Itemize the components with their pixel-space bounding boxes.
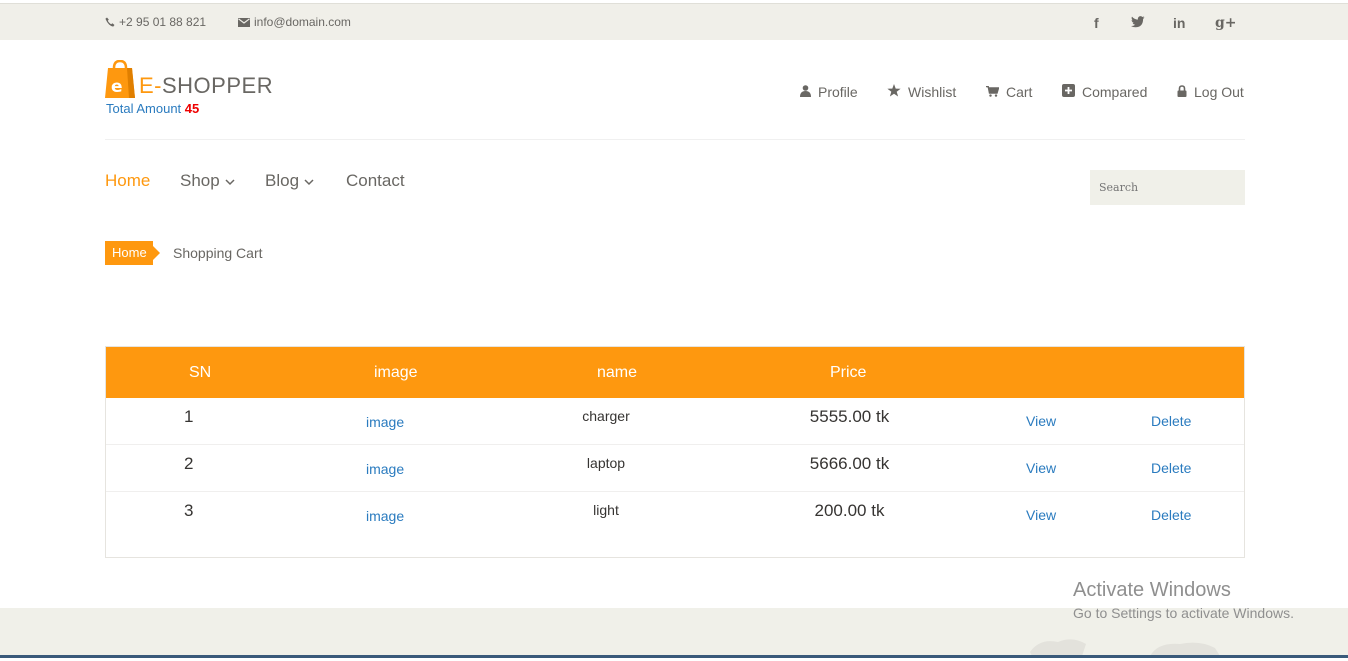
lock-icon	[1177, 84, 1187, 100]
view-link[interactable]: View	[1026, 507, 1056, 523]
nav-shop-label: Shop	[180, 171, 220, 190]
row-image-link[interactable]: image	[366, 508, 404, 524]
header-name: name	[597, 364, 638, 381]
row-sn: 2	[184, 454, 194, 473]
phone-number: +2 95 01 88 821	[119, 15, 207, 29]
user-icon	[800, 84, 811, 100]
delete-link[interactable]: Delete	[1151, 460, 1191, 476]
header-sn: SN	[189, 364, 212, 381]
nav-blog[interactable]: Blog	[265, 171, 314, 191]
watermark-title: Activate Windows	[1073, 579, 1231, 601]
row-name: light	[593, 502, 619, 518]
top-bar: +2 95 01 88 821 info@domain.com f in g+	[0, 3, 1348, 40]
wishlist-link[interactable]: Wishlist	[887, 84, 956, 100]
nav-contact[interactable]: Contact	[346, 171, 405, 191]
nav-shop[interactable]: Shop	[180, 171, 235, 191]
profile-label: Profile	[818, 84, 858, 100]
email-address: info@domain.com	[254, 15, 351, 29]
header-image: image	[374, 364, 418, 381]
view-link[interactable]: View	[1026, 460, 1056, 476]
row-image-link[interactable]: image	[366, 414, 404, 430]
watermark-subtitle: Go to Settings to activate Windows.	[1073, 605, 1294, 621]
total-amount-label: Total Amount	[106, 101, 182, 116]
nav-home-label: Home	[105, 171, 151, 190]
logo-text[interactable]: E-SHOPPER	[139, 73, 273, 99]
cart-table: SN image name Price 1 image charger 5555…	[105, 346, 1245, 558]
svg-text:e: e	[111, 77, 123, 97]
table-row: 1 image charger 5555.00 tk View Delete	[106, 398, 1244, 445]
wishlist-label: Wishlist	[908, 84, 957, 100]
total-amount: Total Amount 45	[106, 101, 199, 116]
row-name: charger	[582, 408, 630, 424]
cart-label: Cart	[1006, 84, 1033, 100]
search-input[interactable]	[1090, 170, 1245, 205]
phone-contact: +2 95 01 88 821	[105, 15, 206, 29]
cart-icon	[986, 84, 1000, 100]
logout-link[interactable]: Log Out	[1177, 84, 1244, 100]
logo-bag-icon[interactable]: e	[105, 59, 135, 103]
compared-link[interactable]: Compared	[1062, 84, 1147, 100]
cart-link[interactable]: Cart	[986, 84, 1032, 100]
google-plus-icon[interactable]: g+	[1215, 15, 1237, 31]
facebook-icon[interactable]: f	[1094, 15, 1099, 31]
logout-label: Log Out	[1194, 84, 1244, 100]
row-price: 5555.00 tk	[809, 407, 890, 426]
total-amount-value: 45	[184, 101, 200, 116]
row-sn: 3	[184, 501, 194, 520]
row-name: laptop	[586, 455, 626, 471]
profile-link[interactable]: Profile	[800, 84, 858, 100]
nav-home[interactable]: Home	[105, 171, 150, 191]
row-sn: 1	[184, 407, 194, 426]
delete-link[interactable]: Delete	[1151, 507, 1191, 523]
windows-activation-watermark: Activate Windows Go to Settings to activ…	[1073, 579, 1294, 621]
header-price: Price	[830, 364, 867, 381]
view-link[interactable]: View	[1026, 413, 1056, 429]
chevron-down-icon	[225, 171, 235, 191]
delete-link[interactable]: Delete	[1151, 413, 1191, 429]
linkedin-icon[interactable]: in	[1173, 15, 1185, 31]
envelope-icon	[238, 17, 250, 27]
compared-label: Compared	[1082, 84, 1148, 100]
row-price: 5666.00 tk	[809, 454, 890, 473]
twitter-icon[interactable]	[1131, 16, 1145, 28]
nav-contact-label: Contact	[346, 171, 405, 190]
breadcrumb-current: Shopping Cart	[173, 245, 263, 261]
row-price: 200.00 tk	[814, 501, 885, 520]
nav-blog-label: Blog	[265, 171, 300, 190]
plus-square-icon	[1062, 84, 1075, 100]
email-contact: info@domain.com	[238, 15, 351, 29]
breadcrumb-home[interactable]: Home	[105, 241, 160, 265]
header-divider	[105, 139, 1245, 140]
star-icon	[887, 84, 901, 100]
table-row: 2 image laptop 5666.00 tk View Delete	[106, 445, 1244, 492]
table-header: SN image name Price	[106, 347, 1244, 398]
row-image-link[interactable]: image	[366, 461, 404, 477]
phone-icon	[105, 17, 115, 27]
chevron-down-icon	[304, 171, 314, 191]
table-row: 3 image light 200.00 tk View Delete	[106, 492, 1244, 539]
